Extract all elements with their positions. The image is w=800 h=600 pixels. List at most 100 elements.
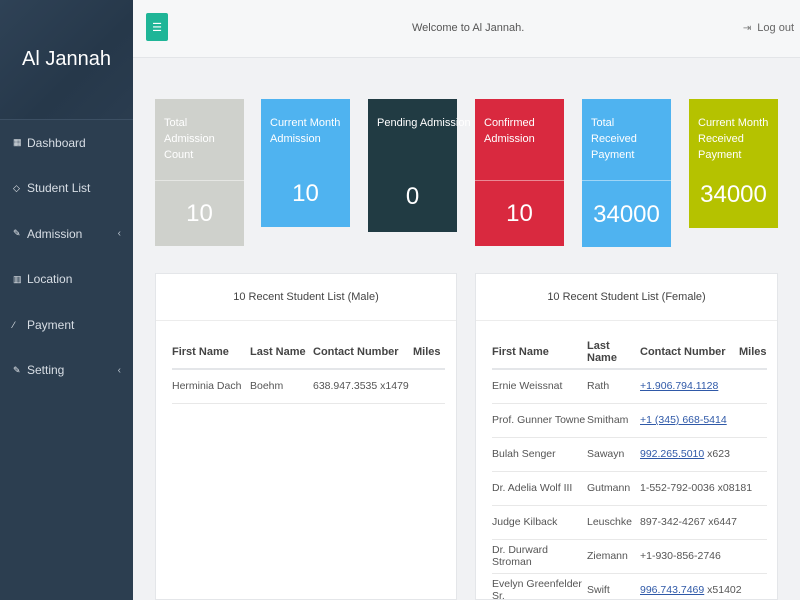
stat-label: Current Month Admission bbox=[270, 117, 341, 145]
table-row: Herminia Dach Boehm 638.947.3535 x1479 bbox=[172, 369, 445, 404]
phone-extension: x623 bbox=[704, 448, 730, 460]
stat-card-pending-admission: Pending Admission 0 bbox=[368, 99, 471, 232]
sidebar-item-setting[interactable]: ✎ Setting ‹ bbox=[0, 348, 133, 394]
hamburger-icon: ☰ bbox=[152, 21, 162, 34]
welcome-message: Welcome to Al Jannah. bbox=[412, 22, 525, 34]
last-name-cell: Leuschke bbox=[587, 505, 640, 540]
sidebar-item-label: Admission bbox=[27, 226, 83, 241]
brand-title: Al Jannah bbox=[0, 0, 133, 120]
stat-value: 0 bbox=[405, 183, 420, 210]
table-row: Prof. Gunner Towne Smitham +1 (345) 668-… bbox=[492, 403, 767, 438]
stat-card-total-received-payment: Total Received Payment 34000 bbox=[582, 99, 671, 247]
column-header-last-name: Last Name bbox=[587, 321, 640, 370]
stat-card-current-month-payment: Current Month Received Payment 34000 bbox=[689, 99, 778, 228]
male-student-table: First Name Last Name Contact Number Mile… bbox=[172, 321, 445, 404]
first-name-cell: Dr. Durward Stroman bbox=[492, 539, 587, 574]
chevron-left-icon: ‹ bbox=[117, 364, 121, 376]
stat-card-confirmed-admission: Confirmed Admission 10 bbox=[475, 99, 564, 246]
dashboard-icon: ▦ bbox=[13, 137, 22, 148]
phone-extension: x51402 bbox=[704, 584, 742, 596]
last-name-cell: Sawayn bbox=[587, 437, 640, 472]
edit-icon: ✎ bbox=[13, 364, 21, 375]
table-header-row: First Name Last Name Contact Number Mile… bbox=[492, 321, 767, 370]
first-name-cell: Ernie Weissnat bbox=[492, 369, 587, 404]
stat-label: Pending Admission bbox=[377, 117, 471, 129]
contact-cell: 992.265.5010 x623 bbox=[640, 437, 767, 472]
sidebar-item-location[interactable]: ▥ Location bbox=[0, 257, 133, 303]
stat-value: 34000 bbox=[582, 180, 671, 247]
contact-cell: 1-552-792-0036 x08181 bbox=[640, 471, 767, 506]
table-row: Bulah Senger Sawayn 992.265.5010 x623 bbox=[492, 437, 767, 472]
phone-number: 1-552-792-0036 x08181 bbox=[640, 482, 753, 494]
sign-out-icon: ⇥ bbox=[742, 22, 752, 34]
table-row: Ernie Weissnat Rath +1.906.794.1128 bbox=[492, 369, 767, 404]
sidebar-item-label: Setting bbox=[27, 363, 65, 378]
contact-cell: 996.743.7469 x51402 bbox=[640, 573, 767, 600]
last-name-cell: Gutmann bbox=[587, 471, 640, 506]
sidebar-item-dashboard[interactable]: ▦ Dashboard bbox=[0, 120, 133, 166]
phone-number: 897-342-4267 x6447 bbox=[640, 516, 737, 528]
table-row: Judge Kilback Leuschke 897-342-4267 x644… bbox=[492, 505, 767, 540]
phone-link[interactable]: 996.743.7469 bbox=[640, 584, 704, 596]
last-name-cell: Ziemann bbox=[587, 539, 640, 574]
stat-value: 10 bbox=[155, 180, 244, 246]
column-header-first-name: First Name bbox=[492, 321, 587, 370]
miles-cell bbox=[413, 369, 445, 404]
last-name-cell: Boehm bbox=[250, 369, 313, 404]
last-name-cell: Rath bbox=[587, 369, 640, 404]
sidebar: Al Jannah ▦ Dashboard ◇ Student List ✎ A… bbox=[0, 0, 133, 600]
stat-label: Current Month Received Payment bbox=[698, 117, 769, 161]
phone-link[interactable]: 992.265.5010 bbox=[640, 448, 704, 460]
last-name-cell: Smitham bbox=[587, 403, 640, 438]
stat-value: 10 bbox=[292, 180, 319, 207]
first-name-cell: Evelyn Greenfelder Sr. bbox=[492, 573, 587, 600]
panel-title: 10 Recent Student List (Female) bbox=[476, 274, 777, 321]
contact-cell: +1 (345) 668-5414 bbox=[640, 403, 767, 438]
phone-link[interactable]: +1.906.794.1128 bbox=[640, 380, 718, 392]
edit-icon: ✎ bbox=[13, 228, 21, 239]
sidebar-item-label: Location bbox=[27, 272, 73, 287]
column-header-first-name: First Name bbox=[172, 321, 250, 370]
sidebar-item-student-list[interactable]: ◇ Student List bbox=[0, 166, 133, 212]
stat-value: 34000 bbox=[700, 181, 767, 208]
column-header-miles: Miles bbox=[739, 321, 767, 370]
contact-cell: +1-930-856-2746 bbox=[640, 539, 767, 574]
sidebar-item-payment[interactable]: ⁄ Payment bbox=[0, 302, 133, 348]
logout-label: Log out bbox=[757, 22, 794, 34]
last-name-cell: Swift bbox=[587, 573, 640, 600]
sidebar-item-label: Dashboard bbox=[27, 135, 86, 150]
first-name-cell: Prof. Gunner Towne bbox=[492, 403, 587, 438]
stat-value: 10 bbox=[475, 180, 564, 246]
sidebar-nav: ▦ Dashboard ◇ Student List ✎ Admission ‹… bbox=[0, 120, 133, 393]
table-row: Dr. Adelia Wolf III Gutmann 1-552-792-00… bbox=[492, 471, 767, 506]
phone-number: +1-930-856-2746 bbox=[640, 550, 721, 562]
column-header-miles: Miles bbox=[413, 321, 445, 370]
sidebar-item-label: Payment bbox=[27, 317, 75, 332]
chevron-left-icon: ‹ bbox=[117, 228, 121, 240]
sidebar-item-admission[interactable]: ✎ Admission ‹ bbox=[0, 211, 133, 257]
diamond-icon: ◇ bbox=[13, 182, 20, 193]
female-student-panel: 10 Recent Student List (Female) First Na… bbox=[475, 273, 778, 600]
stat-label: Total Received Payment bbox=[591, 117, 637, 161]
stat-label: Confirmed Admission bbox=[484, 117, 535, 145]
menu-toggle-button[interactable]: ☰ bbox=[146, 13, 168, 41]
first-name-cell: Judge Kilback bbox=[492, 505, 587, 540]
male-student-panel: 10 Recent Student List (Male) First Name… bbox=[155, 273, 457, 600]
contact-cell: 638.947.3535 x1479 bbox=[313, 369, 413, 404]
female-student-table: First Name Last Name Contact Number Mile… bbox=[492, 321, 767, 600]
contact-cell: +1.906.794.1128 bbox=[640, 369, 767, 404]
column-header-contact: Contact Number bbox=[313, 321, 413, 370]
logout-link[interactable]: ⇥ Log out bbox=[743, 22, 794, 34]
magic-wand-icon: ⁄ bbox=[13, 319, 15, 330]
column-header-last-name: Last Name bbox=[250, 321, 313, 370]
table-row: Evelyn Greenfelder Sr. Swift 996.743.746… bbox=[492, 573, 767, 600]
panel-title: 10 Recent Student List (Male) bbox=[156, 274, 456, 321]
bar-chart-icon: ▥ bbox=[13, 273, 22, 284]
table-header-row: First Name Last Name Contact Number Mile… bbox=[172, 321, 445, 370]
top-bar: ☰ Welcome to Al Jannah. ⇥ Log out bbox=[133, 0, 800, 58]
phone-link[interactable]: +1 (345) 668-5414 bbox=[640, 414, 727, 426]
stat-label: Total Admission Count bbox=[164, 117, 215, 161]
first-name-cell: Bulah Senger bbox=[492, 437, 587, 472]
first-name-cell: Herminia Dach bbox=[172, 369, 250, 404]
first-name-cell: Dr. Adelia Wolf III bbox=[492, 471, 587, 506]
